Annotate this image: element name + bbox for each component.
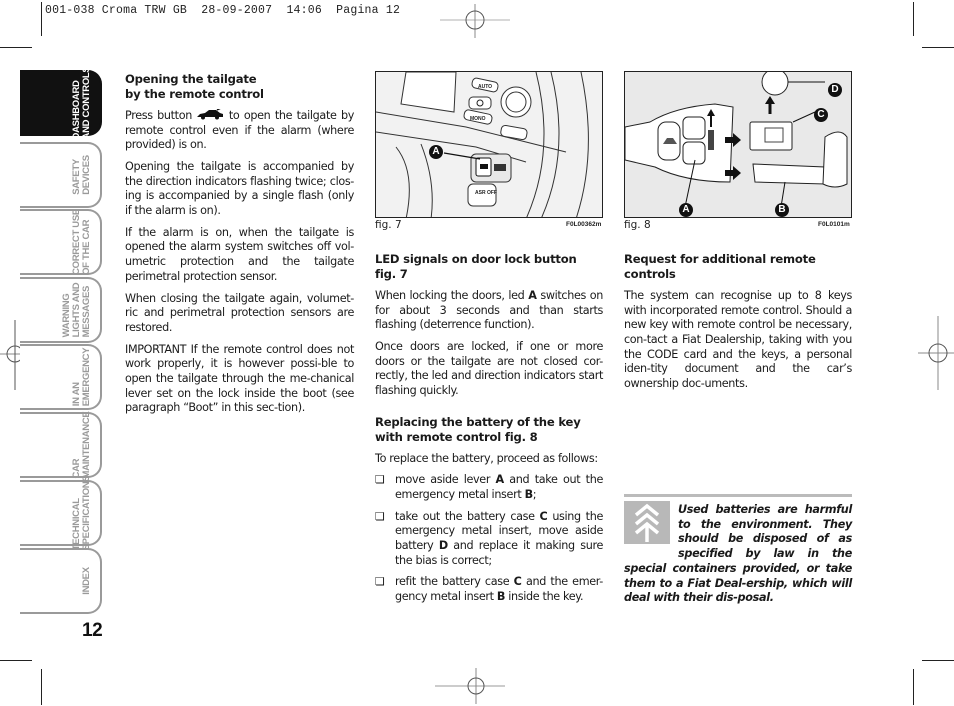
- tab-label: TECHNICAL SPECIFICATIONS: [71, 475, 92, 551]
- callout-a: A: [679, 203, 693, 217]
- figure-7-caption: fig. 7: [375, 219, 402, 231]
- crop-mark: [41, 669, 42, 705]
- paragraph: Press button to open the tailgate by rem…: [125, 107, 354, 153]
- tab-label: CAR MAINTENANCE: [71, 411, 92, 479]
- registration-mark-top: [440, 4, 510, 38]
- figure-8-caption: fig. 8: [624, 219, 651, 231]
- tab-dashboard-and-controls[interactable]: DASHBOARD AND CONTROLS: [20, 67, 102, 139]
- label-ref: A: [528, 288, 537, 302]
- checkbox-bullet-icon: ❏: [375, 509, 385, 523]
- text: When locking the doors, led: [375, 288, 529, 302]
- checkbox-bullet-icon: ❏: [375, 575, 385, 589]
- auto-button-label: AUTO: [478, 84, 492, 90]
- list-item: ❏ move aside lever A and take out the eme…: [375, 473, 603, 501]
- list-item: ❏ refit the battery case C and the emer-g…: [375, 575, 603, 604]
- heading-replacing-battery: Replacing the battery of the key with re…: [375, 414, 581, 445]
- registration-mark-bottom: [435, 668, 505, 704]
- column-led-and-battery: LED signals on door lock button fig. 7 W…: [375, 252, 603, 612]
- text: Press button: [125, 108, 197, 122]
- car-tailgate-icon: [197, 107, 224, 120]
- page-number: 12: [82, 620, 103, 641]
- callout-d: D: [828, 83, 842, 97]
- dashboard-illustration: AUTO MONO ASR OFF: [376, 72, 602, 217]
- tab-label: SAFETY DEVICES: [71, 155, 92, 195]
- asr-off-button-label: ASR OFF: [475, 190, 497, 196]
- crop-mark: [922, 47, 954, 48]
- paragraph: IMPORTANT If the remote control does not…: [125, 342, 354, 415]
- crop-mark: [0, 660, 32, 661]
- heading-opening-tailgate: Opening the tailgate by the remote contr…: [125, 72, 264, 102]
- callout-c: C: [814, 108, 828, 122]
- tab-label: WARNING LIGHTS AND MESSAGES: [61, 282, 92, 338]
- tab-correct-use-of-the-car[interactable]: CORRECT USE OF THE CAR: [20, 209, 102, 275]
- paragraph: Once doors are locked, if one or more do…: [375, 339, 603, 398]
- callout-b: B: [775, 203, 789, 217]
- callout-a: A: [429, 145, 443, 159]
- figure-8-code: F0L0101m: [818, 221, 850, 228]
- crop-mark: [41, 2, 42, 36]
- tab-warning-lights-and-messages[interactable]: WARNING LIGHTS AND MESSAGES: [20, 277, 102, 343]
- paragraph: When locking the doors, led A switches o…: [375, 289, 603, 333]
- figure-7-door-lock-button: AUTO MONO ASR OFF A: [375, 71, 603, 218]
- tab-label: DASHBOARD AND CONTROLS: [71, 66, 92, 140]
- registration-mark-right: [918, 316, 954, 390]
- print-slug: 001-038 Croma TRW GB 28-09-2007 14:06 Pa…: [45, 4, 401, 17]
- heading-led-signals: LED signals on door lock button fig. 7: [375, 252, 577, 282]
- paragraph: If the alarm is on, when the tailgate is…: [125, 225, 354, 283]
- crop-mark: [913, 2, 914, 36]
- list-item: ❏ take out the battery case C using the e…: [375, 509, 603, 567]
- tab-label: IN AN EMERGENCY: [71, 347, 92, 407]
- tab-car-maintenance[interactable]: CAR MAINTENANCE: [20, 412, 102, 478]
- paragraph: The system can recognise up to 8 keys wi…: [624, 288, 852, 391]
- tab-index[interactable]: INDEX: [20, 548, 102, 614]
- tab-in-an-emergency[interactable]: IN AN EMERGENCY: [20, 344, 102, 410]
- tab-technical-specifications[interactable]: TECHNICAL SPECIFICATIONS: [20, 476, 102, 550]
- column-tailgate: Opening the tailgate by the remote contr…: [125, 72, 354, 423]
- tab-label: INDEX: [81, 567, 92, 595]
- paragraph: Opening the tailgate is accompanied by t…: [125, 159, 354, 218]
- paragraph: When closing the tailgate again, volumet…: [125, 291, 354, 334]
- environment-note: Used batteries are harmful to the enviro…: [624, 503, 852, 606]
- figure-8-key-battery: A B C D: [624, 71, 852, 218]
- paragraph: To replace the battery, proceed as follo…: [375, 451, 598, 465]
- checkbox-bullet-icon: ❏: [375, 473, 385, 487]
- column-additional-remotes: Request for additional remote controls T…: [624, 252, 852, 399]
- key-illustration: [625, 72, 851, 217]
- tab-safety-devices[interactable]: SAFETY DEVICES: [20, 142, 102, 208]
- tab-label: CORRECT USE OF THE CAR: [71, 209, 92, 275]
- mono-button-label: MONO: [470, 116, 486, 122]
- crop-mark: [922, 660, 954, 661]
- figure-7-code: F0L00362m: [566, 221, 602, 228]
- note-divider: [624, 494, 852, 497]
- crop-mark: [0, 47, 32, 48]
- crop-mark: [913, 669, 914, 705]
- heading-additional-remote-controls: Request for additional remote controls: [624, 252, 816, 282]
